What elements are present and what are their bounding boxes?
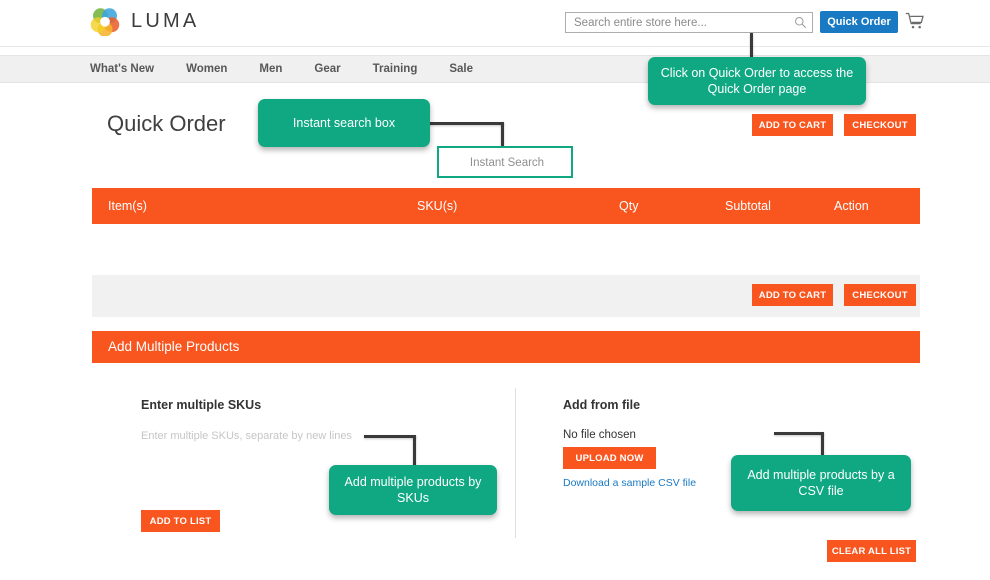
connector-instant-search-horizontal <box>428 122 504 125</box>
nav-items: What's New Women Men Gear Training Sale <box>90 56 505 82</box>
nav-item-men[interactable]: Men <box>259 63 304 75</box>
search-icon[interactable] <box>794 16 807 29</box>
annotation-quick-order: Click on Quick Order to access the Quick… <box>648 57 866 105</box>
section-title: Add Multiple Products <box>108 339 240 354</box>
annotation-instant-search: Instant search box <box>258 99 430 147</box>
shopping-cart-icon[interactable] <box>905 11 925 31</box>
site-header: LUMA Quick Order <box>0 0 990 47</box>
connector-skus-vertical <box>413 435 416 467</box>
column-header-skus: SKU(s) <box>417 199 458 213</box>
column-header-qty: Qty <box>619 199 639 213</box>
nav-item-whats-new[interactable]: What's New <box>90 63 176 75</box>
instant-search-input[interactable] <box>439 148 575 178</box>
connector-csv-horizontal <box>774 432 824 435</box>
nav-item-gear[interactable]: Gear <box>314 63 362 75</box>
connector-instant-search-vertical <box>501 122 504 148</box>
instant-search-field[interactable] <box>437 146 575 178</box>
column-divider <box>515 388 516 538</box>
checkout-button-top[interactable]: CHECKOUT <box>844 114 916 136</box>
column-header-action: Action <box>834 199 869 213</box>
luma-flower-logo-icon <box>90 8 120 36</box>
site-logo[interactable]: LUMA <box>90 6 199 36</box>
annotation-multiple-skus: Add multiple products by SKUs <box>329 465 497 515</box>
upload-now-button[interactable]: UPLOAD NOW <box>563 447 656 469</box>
add-multiple-products-header: Add Multiple Products <box>92 331 920 363</box>
download-sample-csv-link[interactable]: Download a sample CSV file <box>563 477 696 489</box>
clear-all-list-button[interactable]: CLEAR ALL LIST <box>827 540 916 562</box>
add-to-list-button[interactable]: ADD TO LIST <box>141 510 220 532</box>
logo-text: LUMA <box>131 9 200 32</box>
page-title: Quick Order <box>107 111 226 136</box>
order-table-header: Item(s) SKU(s) Qty Subtotal Action <box>92 188 920 224</box>
site-search-box[interactable] <box>565 12 813 33</box>
add-to-cart-button-bottom[interactable]: ADD TO CART <box>752 284 833 306</box>
annotation-csv-file: Add multiple products by a CSV file <box>731 455 911 511</box>
quick-order-page: LUMA Quick Order What's New Women Men Ge… <box>0 0 990 580</box>
nav-item-women[interactable]: Women <box>186 63 249 75</box>
search-input[interactable] <box>566 13 779 33</box>
nav-item-sale[interactable]: Sale <box>449 63 495 75</box>
checkout-button-bottom[interactable]: CHECKOUT <box>844 284 916 306</box>
add-to-cart-button-top[interactable]: ADD TO CART <box>752 114 833 136</box>
quick-order-button[interactable]: Quick Order <box>820 11 898 33</box>
file-status-text: No file chosen <box>563 429 636 441</box>
connector-skus-horizontal <box>364 435 416 438</box>
nav-item-training[interactable]: Training <box>373 63 440 75</box>
connector-csv-vertical <box>821 432 824 457</box>
connector-quick-order <box>750 33 753 59</box>
column-header-items: Item(s) <box>108 199 147 213</box>
enter-multiple-skus-heading: Enter multiple SKUs <box>141 398 262 412</box>
sku-textarea-placeholder[interactable]: Enter multiple SKUs, separate by new lin… <box>141 430 352 442</box>
add-from-file-heading: Add from file <box>563 398 641 412</box>
column-header-subtotal: Subtotal <box>725 199 771 213</box>
